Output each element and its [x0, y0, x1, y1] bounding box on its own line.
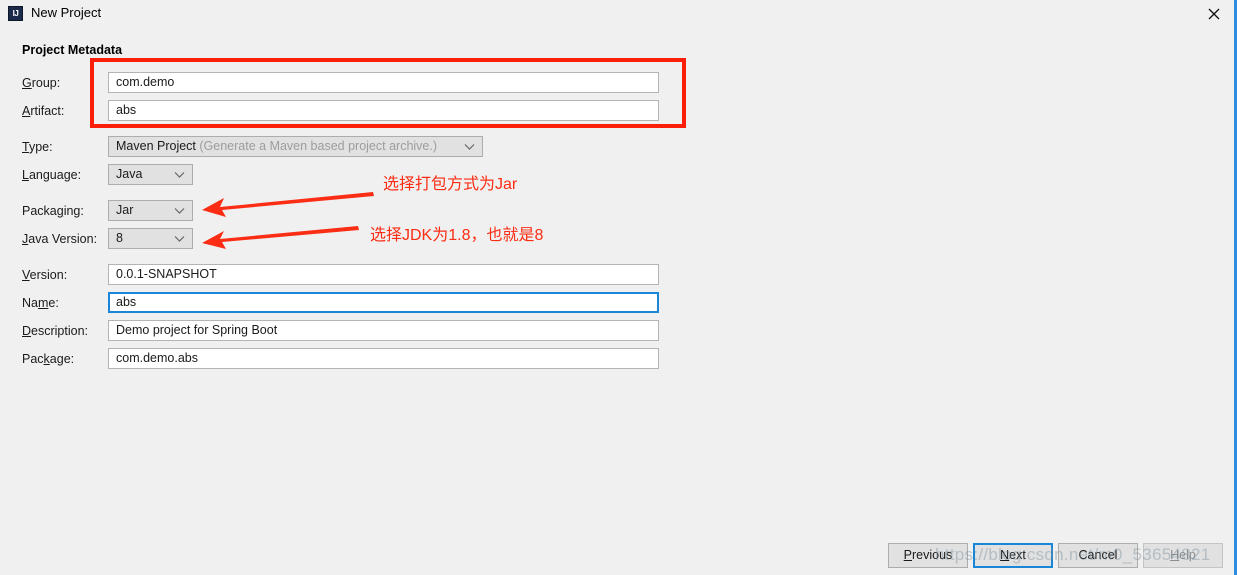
label-artifact: Artifact: [22, 104, 65, 118]
title-bar: IJ New Project [0, 0, 1237, 27]
description-input[interactable]: Demo project for Spring Boot [108, 320, 659, 341]
label-name: Name: [22, 296, 59, 310]
packaging-value: Jar [116, 203, 134, 217]
group-input[interactable]: com.demo [108, 72, 659, 93]
version-input[interactable]: 0.0.1-SNAPSHOT [108, 264, 659, 285]
label-type: Type: [22, 140, 53, 154]
next-button[interactable]: Next [973, 543, 1053, 568]
label-version: Version: [22, 268, 68, 282]
close-button[interactable] [1191, 0, 1237, 27]
label-packaging: Packaging: [22, 204, 84, 218]
section-title-project-metadata: Project Metadata [22, 43, 123, 57]
language-dropdown[interactable]: Java [108, 164, 193, 185]
type-hint: (Generate a Maven based project archive.… [199, 139, 438, 153]
close-icon [1208, 8, 1220, 20]
annotation-note-packaging: 选择打包方式为Jar [383, 176, 518, 193]
language-value: Java [116, 167, 143, 181]
label-package: Package: [22, 352, 75, 366]
artifact-input[interactable]: abs [108, 100, 659, 121]
package-input[interactable]: com.demo.abs [108, 348, 659, 369]
chevron-down-icon [174, 208, 185, 214]
annotation-arrow-java-version [202, 226, 359, 249]
previous-button[interactable]: Previous [888, 543, 968, 568]
chevron-down-icon [174, 172, 185, 178]
annotation-arrow-packaging [202, 192, 374, 217]
label-language: Language: [22, 168, 82, 182]
chevron-down-icon [174, 236, 185, 242]
type-dropdown[interactable]: Maven Project (Generate a Maven based pr… [108, 136, 483, 157]
window-title: New Project [31, 5, 102, 20]
type-value: Maven Project [116, 139, 196, 153]
annotation-note-java-version: 选择JDK为1.8，也就是8 [370, 227, 544, 244]
chevron-down-icon [464, 144, 475, 150]
cancel-button[interactable]: Cancel [1058, 543, 1138, 568]
intellij-idea-icon: IJ [8, 6, 23, 21]
name-input[interactable]: abs [108, 292, 659, 313]
java-version-dropdown[interactable]: 8 [108, 228, 193, 249]
java-version-value: 8 [116, 231, 123, 245]
help-button[interactable]: Help [1143, 543, 1223, 568]
label-java-version: Java Version: [22, 232, 98, 246]
packaging-dropdown[interactable]: Jar [108, 200, 193, 221]
label-group: Group: [22, 76, 61, 90]
label-description: Description: [22, 324, 89, 338]
